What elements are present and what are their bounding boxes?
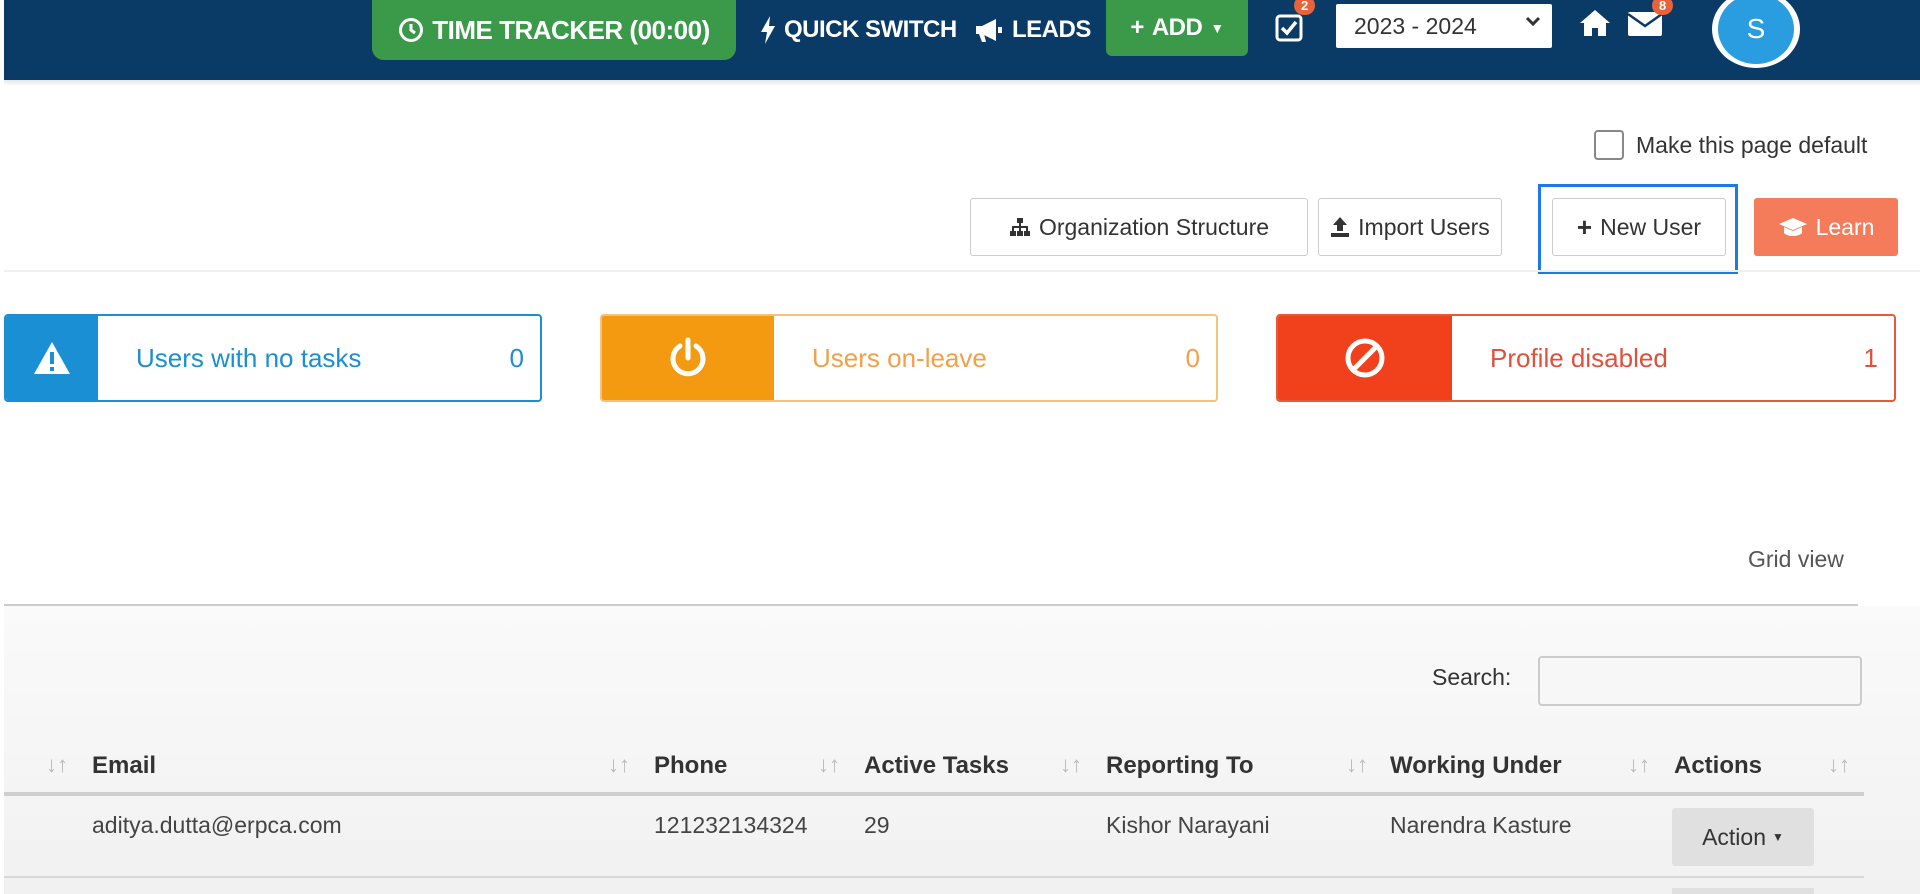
page: TIME TRACKER (00:00) QUICK SWITCH LEADS … [0,0,1920,894]
add-dropdown-button[interactable]: + ADD ▼ [1106,0,1248,56]
sitemap-icon [1009,217,1031,237]
import-users-label: Import Users [1358,213,1490,240]
caret-down-icon: ▼ [1210,20,1224,36]
make-default-option[interactable]: Make this page default [1594,130,1867,160]
sort-icon[interactable]: ↓↑ [818,752,840,778]
leads-label: LEADS [1012,16,1091,43]
cell-email: aditya.dutta@erpca.com [92,812,342,838]
power-icon [602,316,774,400]
caret-down-icon: ▼ [1772,830,1784,844]
stat-count: 1 [1863,342,1878,373]
users-table-panel [4,606,1920,894]
stat-label: Users with no tasks [136,342,362,373]
stat-count: 0 [509,342,524,373]
stat-label: Profile disabled [1490,342,1668,373]
financial-year-select[interactable]: 2023 - 2024 [1336,4,1552,48]
bolt-icon [760,16,776,44]
table-header-rule [4,792,1864,796]
make-default-label: Make this page default [1636,131,1868,158]
cell-active-tasks: 29 [864,812,890,838]
column-header-actions[interactable]: Actions [1674,752,1762,780]
quick-switch-label: QUICK SWITCH [784,16,957,43]
checkbox-tasks-icon [1274,13,1304,43]
new-user-label: New User [1600,213,1702,240]
grid-view-link[interactable]: Grid view [1748,546,1844,573]
cell-phone: 121232134324 [654,812,808,838]
year-value: 2023 - 2024 [1354,12,1477,39]
quick-switch-link[interactable]: QUICK SWITCH [760,12,957,48]
add-label: ADD [1151,14,1203,41]
learn-button[interactable]: Learn [1754,198,1898,256]
column-header-working-under[interactable]: Working Under [1390,752,1562,780]
home-icon [1578,8,1612,38]
stat-users-on-leave[interactable]: Users on-leave 0 [600,314,1218,402]
time-tracker-button[interactable]: TIME TRACKER (00:00) [372,0,736,60]
plus-icon: + [1130,14,1144,41]
sort-icon[interactable]: ↓↑ [608,752,630,778]
warning-icon [6,316,98,400]
column-header-reporting-to[interactable]: Reporting To [1106,752,1254,780]
cell-working-under: Narendra Kasture [1390,812,1572,838]
new-user-button[interactable]: + New User [1552,198,1726,256]
stat-profile-disabled[interactable]: Profile disabled 1 [1276,314,1896,402]
next-row-action-dropdown[interactable] [1672,888,1814,894]
column-header-phone[interactable]: Phone [654,752,727,780]
row-action-dropdown[interactable]: Action ▼ [1672,808,1814,866]
organization-structure-label: Organization Structure [1038,213,1270,240]
upload-icon [1330,216,1350,238]
table-row-rule [4,876,1864,878]
tasks-count-badge: 2 [1294,0,1316,15]
home-button[interactable] [1578,8,1612,38]
cell-reporting-to: Kishor Narayani [1106,812,1270,838]
graduation-cap-icon [1778,216,1808,238]
stat-users-no-tasks[interactable]: Users with no tasks 0 [4,314,542,402]
chevron-down-icon [1524,12,1542,30]
make-default-checkbox[interactable] [1594,130,1624,160]
search-input[interactable] [1538,656,1862,706]
navbar-shadow [4,80,1920,86]
sort-icon[interactable]: ↓↑ [1060,752,1082,778]
clock-icon [398,17,424,43]
column-header-active-tasks[interactable]: Active Tasks [864,752,1009,780]
section-divider [4,270,1920,272]
ban-icon [1278,316,1452,400]
leads-link[interactable]: LEADS [974,12,1091,48]
import-users-button[interactable]: Import Users [1318,198,1502,256]
avatar-initial: S [1718,0,1794,64]
user-avatar[interactable]: S [1712,0,1800,68]
mail-count-badge: 8 [1652,0,1674,15]
megaphone-icon [974,17,1004,43]
sort-icon[interactable]: ↓↑ [1628,752,1650,778]
sort-icon[interactable]: ↓↑ [1346,752,1368,778]
stat-label: Users on-leave [812,342,987,373]
time-tracker-label: TIME TRACKER (00:00) [432,14,710,45]
plus-icon: + [1576,211,1593,242]
sort-icon[interactable]: ↓↑ [46,752,68,778]
organization-structure-button[interactable]: Organization Structure [970,198,1308,256]
search-label: Search: [1432,664,1512,690]
top-navbar: TIME TRACKER (00:00) QUICK SWITCH LEADS … [0,0,1920,80]
action-label: Action [1702,823,1767,850]
column-header-email[interactable]: Email [92,752,156,780]
sort-icon[interactable]: ↓↑ [1828,752,1850,778]
tasks-button[interactable] [1274,10,1310,46]
learn-label: Learn [1815,213,1875,240]
stat-count: 0 [1185,342,1200,373]
